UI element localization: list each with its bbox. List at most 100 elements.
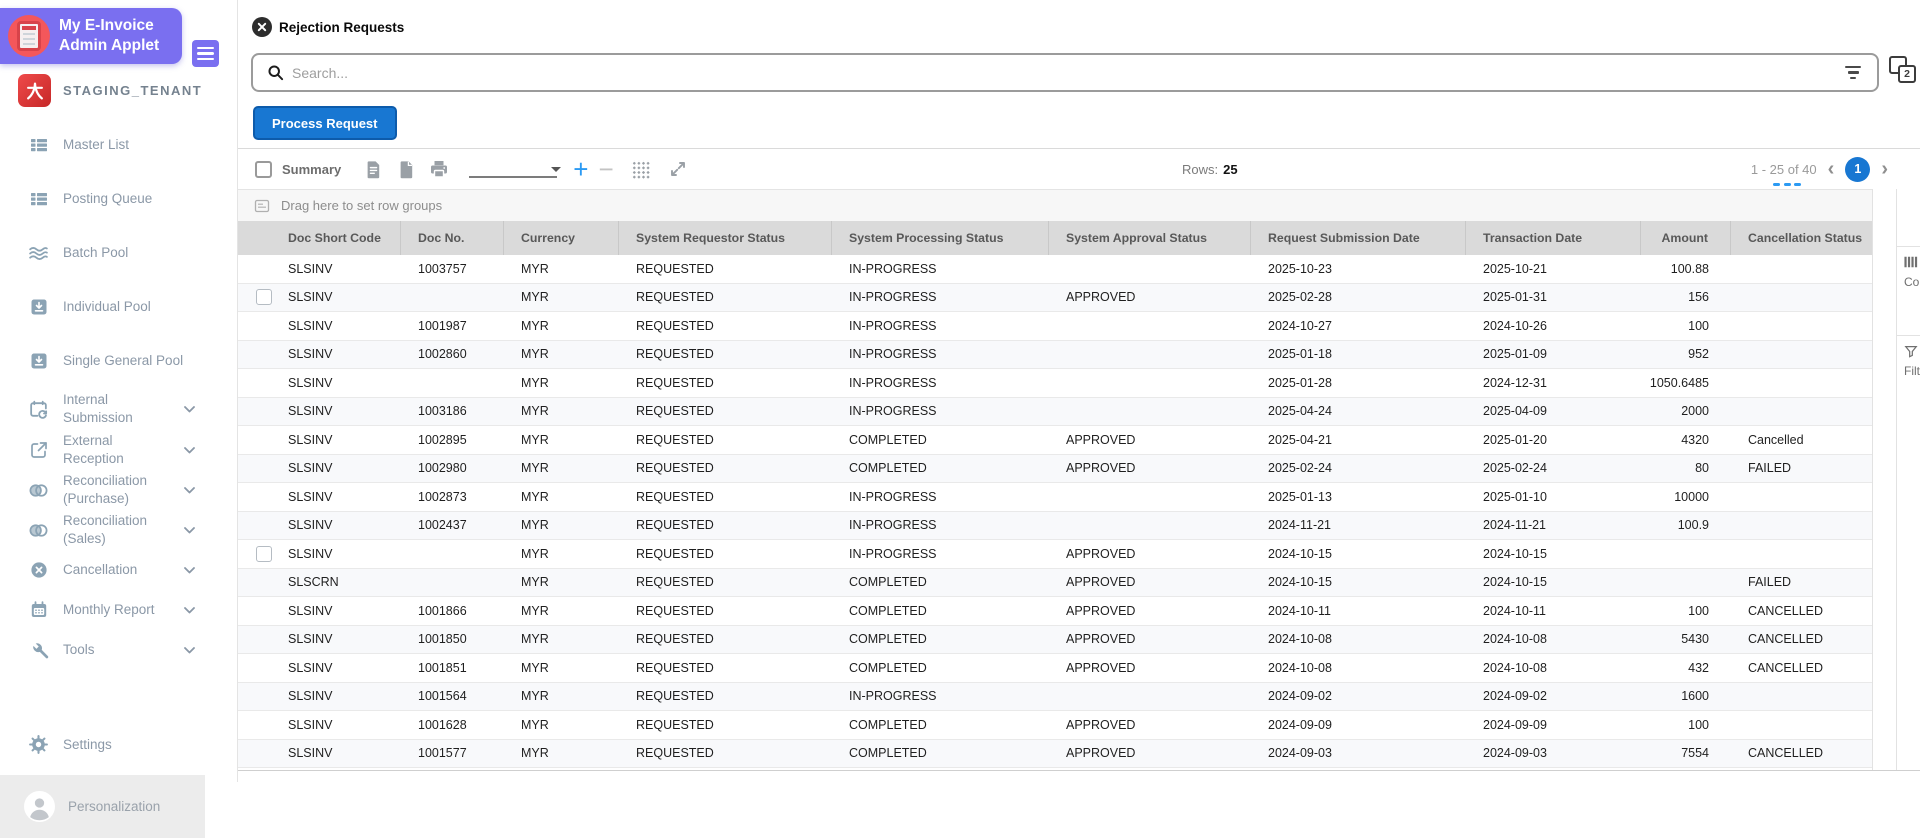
table-cell: 1600 [1681, 689, 1709, 704]
column-header[interactable]: Request Submission Date [1251, 221, 1466, 255]
grid-toolbar: Summary + − Rows: 25 1 - 25 of 40 ‹ 1 › [238, 149, 1920, 189]
sidebar-item-master-list[interactable]: Master List [0, 118, 205, 172]
table-cell: 2025-02-24 [1268, 461, 1332, 476]
search-bar [251, 53, 1879, 92]
table-row[interactable]: SLSINV 1002860 MYR REQUESTED IN-PROGRESS 2025… [238, 340, 1872, 369]
table-cell: IN-PROGRESS [849, 261, 937, 276]
sidebar-item-cancellation[interactable]: Cancellation [0, 550, 205, 590]
sidebar-item-settings[interactable]: Settings [28, 734, 122, 755]
table-cell: 2025-01-18 [1268, 347, 1332, 362]
sidebar-item-personalization[interactable]: Personalization [0, 775, 205, 838]
column-header[interactable]: System Requestor Status [619, 221, 832, 255]
table-row[interactable]: SLSINV 1002437 MYR REQUESTED IN-PROGRESS 2024… [238, 511, 1872, 540]
table-row[interactable]: SLSINV 1001851 MYR REQUESTED COMPLETED APPROV… [238, 654, 1872, 683]
row-checkbox[interactable] [256, 289, 272, 306]
print-icon[interactable] [429, 159, 449, 179]
column-header[interactable]: Transaction Date [1466, 221, 1641, 255]
vertical-scrollbar[interactable] [1872, 189, 1897, 770]
table-cell: APPROVED [1066, 632, 1136, 647]
list-icon [28, 189, 49, 210]
search-input[interactable] [292, 64, 1835, 81]
column-header[interactable]: Doc No. [401, 221, 504, 255]
table-cell: 80 [1695, 461, 1709, 476]
export-document-icon[interactable] [363, 159, 383, 179]
filter-icon[interactable] [1843, 66, 1863, 79]
sidebar-item-single-general-pool[interactable]: Single General Pool [0, 334, 205, 388]
column-header[interactable]: System Approval Status [1049, 221, 1251, 255]
table-cell: MYR [521, 290, 549, 305]
table-row[interactable]: SLSINV 1001577 MYR REQUESTED COMPLETED APPROV… [238, 739, 1872, 768]
table-row[interactable]: SLSINV MYR REQUESTED IN-PROGRESS APPROVED 202… [238, 283, 1872, 312]
remove-icon[interactable]: − [598, 156, 613, 182]
sidebar-item-individual-pool[interactable]: Individual Pool [0, 280, 205, 334]
row-group-hint: Drag here to set row groups [281, 198, 443, 213]
summary-checkbox[interactable] [255, 160, 272, 178]
table-cell: IN-PROGRESS [849, 404, 937, 419]
sidebar-item-reconciliation-purchase[interactable]: Reconciliation (Purchase) [0, 470, 205, 510]
rows-info: Rows: 25 [1182, 149, 1238, 189]
sidebar-item-internal-submission[interactable]: Internal Submission [0, 388, 205, 430]
page-title: Rejection Requests [279, 19, 405, 35]
grid-dots-icon[interactable] [630, 159, 650, 179]
table-cell: 2025-10-23 [1268, 261, 1332, 276]
close-icon[interactable] [252, 17, 272, 37]
blank-document-icon[interactable] [396, 159, 416, 179]
table-cell: 2024-11-21 [1268, 518, 1332, 533]
table-cell: COMPLETED [849, 632, 927, 647]
windows-icon[interactable]: 2 [1889, 56, 1916, 83]
table-row[interactable]: SLSCRN MYR REQUESTED COMPLETED APPROVED 2024-… [238, 568, 1872, 597]
table-cell: 2024-10-08 [1483, 660, 1547, 675]
table-row[interactable]: SLSINV 1001628 MYR REQUESTED COMPLETED APPROV… [238, 711, 1872, 740]
table-cell: 2025-01-13 [1268, 489, 1332, 504]
previous-page-icon[interactable]: ‹ [1828, 159, 1835, 179]
column-header[interactable]: Cancellation Status [1731, 221, 1872, 255]
sidebar-item-reconciliation-sales[interactable]: Reconciliation (Sales) [0, 510, 205, 550]
tab-filters[interactable]: Filters [1897, 335, 1920, 424]
sidebar-item-tools[interactable]: Tools [0, 630, 205, 670]
table-cell: 2024-12-31 [1483, 375, 1547, 390]
tenant-row[interactable]: STAGING_TENANT [18, 74, 202, 107]
sidebar-item-label: Cancellation [63, 562, 138, 578]
sidebar-item-posting-queue[interactable]: Posting Queue [0, 172, 205, 226]
app-header: My E-Invoice Admin Applet [0, 8, 182, 64]
table-row[interactable]: SLSINV 1001866 MYR REQUESTED COMPLETED APPROV… [238, 597, 1872, 626]
table-row[interactable]: SLSINV 1002895 MYR REQUESTED COMPLETED APPROV… [238, 426, 1872, 455]
expand-icon[interactable] [668, 159, 688, 179]
view-select-dropdown[interactable] [469, 161, 562, 178]
table-row[interactable]: SLSINV 1001564 MYR REQUESTED IN-PROGRESS 2024… [238, 682, 1872, 711]
table-cell: 952 [1688, 347, 1709, 362]
table-row[interactable]: SLSINV 1003757 MYR REQUESTED IN-PROGRESS 2025… [238, 255, 1872, 284]
next-page-icon[interactable]: › [1881, 159, 1888, 179]
sidebar-item-monthly-report[interactable]: Monthly Report [0, 590, 205, 630]
current-page-button[interactable]: 1 [1845, 156, 1871, 182]
column-header[interactable]: Amount [1641, 221, 1731, 255]
table-row[interactable]: SLSINV 1001850 MYR REQUESTED COMPLETED APPROV… [238, 625, 1872, 654]
table-cell: MYR [521, 347, 549, 362]
venn-icon [28, 520, 49, 541]
row-group-dropzone[interactable]: Drag here to set row groups [238, 189, 1872, 221]
sidebar-item-batch-pool[interactable]: Batch Pool [0, 226, 205, 280]
column-header[interactable]: System Processing Status [832, 221, 1049, 255]
table-body: SLSINV 1003757 MYR REQUESTED IN-PROGRESS 2025… [238, 255, 1872, 770]
column-header[interactable]: Doc Short Code [238, 221, 401, 255]
table-row[interactable]: SLSINV 1001987 MYR REQUESTED IN-PROGRESS 2024… [238, 312, 1872, 341]
rows-label: Rows: [1182, 161, 1219, 177]
table-cell: 1050.6485 [1649, 375, 1709, 390]
external-link-icon [28, 440, 49, 461]
row-checkbox[interactable] [256, 545, 272, 562]
process-request-button[interactable]: Process Request [253, 106, 397, 140]
table-row[interactable]: SLSINV 1003186 MYR REQUESTED IN-PROGRESS 2025… [238, 397, 1872, 426]
tab-columns[interactable]: Columns [1897, 246, 1920, 335]
table-cell: APPROVED [1066, 290, 1136, 305]
table-row[interactable]: SLSINV MYR REQUESTED IN-PROGRESS APPROVED 202… [238, 540, 1872, 569]
menu-toggle-button[interactable] [192, 40, 219, 67]
table-cell: MYR [521, 375, 549, 390]
table-cell: MYR [521, 660, 549, 675]
table-row[interactable]: SLSINV MYR REQUESTED IN-PROGRESS 2025-01-28 2… [238, 369, 1872, 398]
table-cell: IN-PROGRESS [849, 375, 937, 390]
add-icon[interactable]: + [573, 156, 588, 182]
column-header[interactable]: Currency [504, 221, 619, 255]
table-row[interactable]: SLSINV 1002873 MYR REQUESTED IN-PROGRESS 2025… [238, 483, 1872, 512]
sidebar-item-external-reception[interactable]: External Reception [0, 430, 205, 470]
table-row[interactable]: SLSINV 1002980 MYR REQUESTED COMPLETED APPROV… [238, 454, 1872, 483]
